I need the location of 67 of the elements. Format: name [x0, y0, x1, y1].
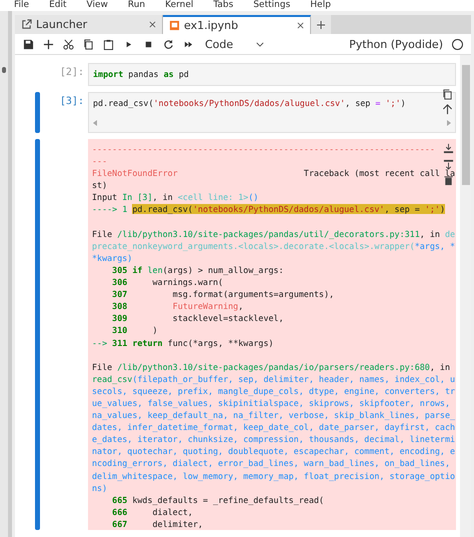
traceback-line: ----> 1 pd.read_csv('notebooks/PythonDS/dados/aluguel.csv', sep = ';') — [92, 203, 445, 216]
close-icon[interactable] — [297, 22, 304, 29]
traceback-line: ue_values, false_values, skipinitialspace, skiprows, skipfooter, nrows, — [92, 396, 450, 410]
restart-icon[interactable] — [163, 38, 174, 50]
traceback-line: e_dates, iterator, chunksize, compression, thousands, decimal, linetermi — [92, 433, 456, 446]
traceback-line: 310 ) — [111, 324, 158, 336]
add-tab-button[interactable] — [311, 15, 331, 34]
traceback-line: *kwargs) — [92, 252, 132, 264]
duplicate-icon[interactable] — [442, 89, 453, 100]
menu-item[interactable]: File — [14, 0, 30, 11]
notebook-icon — [169, 20, 180, 31]
insert-above-icon[interactable] — [443, 143, 454, 154]
traceback-line: 309 stacklevel=stacklevel, — [111, 312, 284, 324]
traceback-line: --- — [92, 155, 108, 168]
kernel-name[interactable]: Python (Pyodide) — [349, 38, 443, 50]
traceback-line: 666 dialect, — [111, 506, 193, 518]
menu-item[interactable]: View — [86, 0, 108, 11]
menu-item[interactable]: Tabs — [213, 0, 234, 11]
cell-prompt: [2]: — [58, 66, 85, 80]
close-icon[interactable] — [149, 21, 156, 28]
add-icon[interactable] — [317, 20, 325, 28]
up-arrow-icon[interactable] — [442, 104, 453, 115]
traceback-line: 307 msg.format(arguments=arguments), — [111, 288, 334, 300]
traceback-line: 308 FutureWarning, — [111, 300, 244, 312]
menu-item[interactable]: Edit — [49, 0, 66, 11]
chevron-icon[interactable] — [256, 42, 264, 46]
cell-type-dropdown[interactable]: Code — [205, 38, 247, 50]
sidebar-icon[interactable] — [2, 67, 6, 73]
add-icon[interactable] — [43, 38, 54, 50]
traceback-line: na_values, keep_default_na, na_filter, verbose, skip_blank_lines, parse_ — [92, 409, 456, 422]
traceback-line: read_csv(filepath_or_buffer, sep, delimiter, header, names, index_col, u — [92, 372, 456, 385]
traceback-line: Input In [3], in <cell line: 1>() — [92, 191, 258, 204]
traceback-line: precate_nonkeyword_arguments.<locals>.decorate.<locals>.wrapper(*args, * — [92, 240, 456, 252]
traceback-line: 306 warnings.warn( — [111, 276, 224, 288]
traceback-line: 665 kwds_defaults = _refine_defaults_read( — [111, 494, 324, 506]
traceback-line: 305 if len(args) > num_allow_args: — [111, 264, 284, 276]
menu-item[interactable]: Kernel — [165, 0, 194, 11]
tab[interactable]: ex1.ipynb — [163, 15, 311, 34]
save-icon[interactable] — [23, 38, 34, 50]
traceback-line: FileNotFoundError Traceback (most recent call la — [92, 167, 456, 180]
kernel-status-icon — [452, 38, 463, 50]
copy-icon[interactable] — [83, 38, 94, 50]
traceback-line: dates, infer_datetime_format, keep_date_col, date_parser, dayfirst, cach — [92, 421, 456, 434]
code-input[interactable]: pd.read_csv('notebooks/PythonDS/dados/aluguel.csv', sep = ';') — [88, 92, 456, 133]
traceback-line: secols, squeeze, prefix, mangle_dupe_cols, dtype, engine, converters, tr — [92, 384, 456, 397]
menu-item[interactable]: Run — [128, 0, 146, 11]
scrollbar[interactable] — [460, 55, 471, 537]
cell-prompt: [3]: — [58, 95, 85, 109]
traceback-line: File /lib/python3.10/site-packages/pandas/util/_decorators.py:311, in de — [92, 228, 456, 240]
traceback-line: File /lib/python3.10/site-packages/pandas/io/parsers/readers.py:680, in — [92, 360, 450, 373]
traceback-line: ncoding_errors, dialect, error_bad_lines, warn_bad_lines, on_bad_lines, — [92, 457, 450, 470]
traceback-line: -------------------------------------------------------------------- — [92, 143, 435, 156]
delete-icon[interactable] — [443, 175, 454, 186]
traceback-line: delim_whitespace, low_memory, memory_map, float_precision, storage_optio — [92, 470, 456, 482]
traceback-line: 667 delimiter, — [111, 518, 203, 530]
menu-item[interactable]: Settings — [253, 0, 290, 11]
paste-icon[interactable] — [103, 38, 114, 50]
traceback-line: --> 311 return func(*args, **kwargs) — [92, 336, 274, 349]
traceback-line: nator, quotechar, quoting, doublequote, escapechar, comment, encoding, e — [92, 445, 456, 458]
code-input[interactable]: import pandas as pd — [88, 63, 456, 86]
tab[interactable]: Launcher — [15, 15, 163, 34]
traceback-line: ns) — [92, 482, 108, 494]
cut-icon[interactable] — [63, 38, 74, 50]
launch-icon — [21, 19, 32, 30]
menu-item[interactable]: Help — [310, 0, 331, 11]
traceback-line: st) — [92, 179, 108, 192]
insert-below-icon[interactable] — [443, 159, 454, 170]
